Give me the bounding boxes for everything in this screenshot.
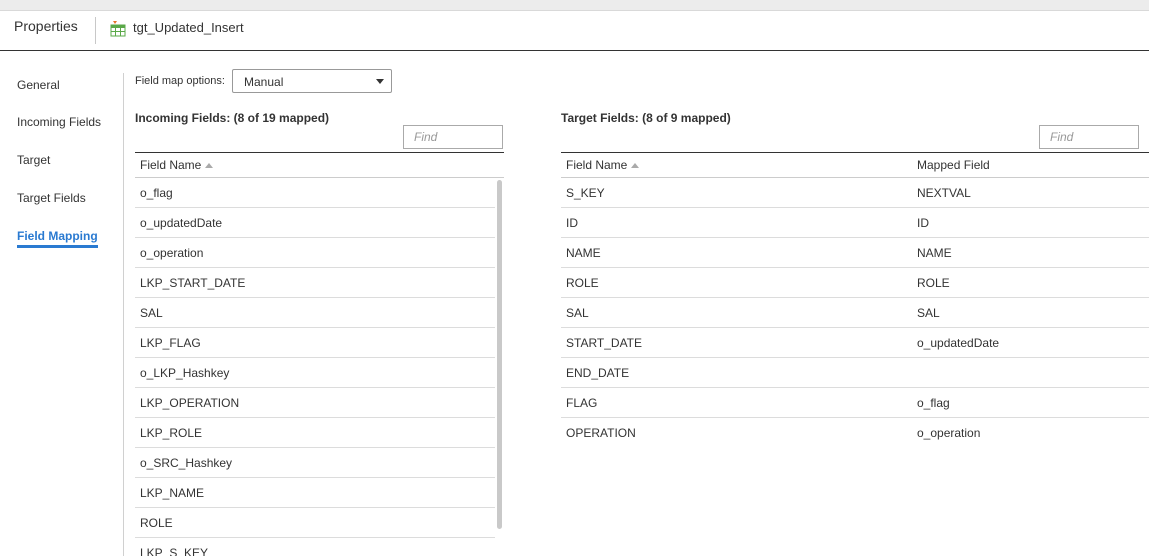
nav-item-incoming-fields[interactable]: Incoming Fields: [17, 115, 101, 129]
target-field-name: OPERATION: [566, 426, 636, 440]
table-row[interactable]: NAME NAME: [561, 238, 1149, 268]
table-row[interactable]: LKP_OPERATION: [135, 388, 495, 418]
target-field-name: S_KEY: [566, 186, 605, 200]
table-row[interactable]: LKP_S_KEY: [135, 538, 495, 556]
incoming-scrollbar[interactable]: [497, 180, 502, 529]
incoming-col-field-name-label: Field Name: [140, 158, 202, 172]
incoming-col-field-name[interactable]: Field Name: [140, 158, 214, 172]
target-find-input[interactable]: [1040, 126, 1138, 148]
nav-divider: [123, 73, 124, 556]
target-col-field-name-label: Field Name: [566, 158, 628, 172]
side-navigation: General Incoming Fields Target Target Fi…: [0, 52, 124, 556]
nav-item-general[interactable]: General: [17, 78, 60, 92]
target-fields-title: Target Fields: (8 of 9 mapped): [561, 111, 731, 125]
header-divider: [95, 17, 96, 44]
table-row[interactable]: o_SRC_Hashkey: [135, 448, 495, 478]
table-row[interactable]: SAL SAL: [561, 298, 1149, 328]
incoming-field-name: SAL: [140, 306, 163, 320]
nav-item-target[interactable]: Target: [17, 153, 50, 167]
incoming-field-name: LKP_ROLE: [140, 426, 203, 440]
table-row[interactable]: LKP_ROLE: [135, 418, 495, 448]
header-rule: [0, 50, 1149, 51]
incoming-find-field[interactable]: [403, 125, 503, 149]
table-row[interactable]: START_DATE o_updatedDate: [561, 328, 1149, 358]
nav-item-field-mapping[interactable]: Field Mapping: [17, 229, 98, 248]
table-row[interactable]: SAL: [135, 298, 495, 328]
incoming-field-name: o_flag: [140, 186, 173, 200]
target-grid-header: Field Name Mapped Field: [561, 152, 1149, 178]
nav-item-target-fields[interactable]: Target Fields: [17, 191, 86, 205]
target-table-icon: [110, 21, 126, 37]
incoming-field-name: o_LKP_Hashkey: [140, 366, 230, 380]
mapped-field[interactable]: NAME: [917, 246, 952, 260]
mapped-field[interactable]: NEXTVAL: [917, 186, 971, 200]
mapped-field[interactable]: SAL: [917, 306, 940, 320]
target-field-name: END_DATE: [566, 366, 630, 380]
incoming-field-name: LKP_S_KEY: [140, 546, 209, 556]
mapped-field[interactable]: ROLE: [917, 276, 950, 290]
table-row[interactable]: FLAG o_flag: [561, 388, 1149, 418]
mapped-field[interactable]: ID: [917, 216, 929, 230]
chevron-down-icon: [376, 79, 384, 84]
target-field-name: NAME: [566, 246, 601, 260]
incoming-field-name: LKP_NAME: [140, 486, 205, 500]
incoming-field-name: LKP_START_DATE: [140, 276, 246, 290]
field-map-options-value: Manual: [244, 75, 284, 89]
target-find-field[interactable]: [1039, 125, 1139, 149]
table-row[interactable]: LKP_NAME: [135, 478, 495, 508]
incoming-fields-title: Incoming Fields: (8 of 19 mapped): [135, 111, 330, 125]
field-map-options-select[interactable]: Manual: [232, 69, 392, 93]
sort-asc-icon: [205, 163, 214, 169]
target-field-name: ROLE: [566, 276, 599, 290]
incoming-field-name: o_updatedDate: [140, 216, 223, 230]
table-row[interactable]: ID ID: [561, 208, 1149, 238]
incoming-rows: o_flag o_updatedDate o_operation LKP_STA…: [135, 178, 495, 556]
incoming-field-name: LKP_FLAG: [140, 336, 201, 350]
table-row[interactable]: END_DATE: [561, 358, 1149, 388]
table-row[interactable]: LKP_START_DATE: [135, 268, 495, 298]
top-strip: [0, 0, 1149, 11]
table-row[interactable]: ROLE: [135, 508, 495, 538]
table-row[interactable]: o_updatedDate: [135, 208, 495, 238]
table-row[interactable]: OPERATION o_operation: [561, 418, 1149, 448]
table-row[interactable]: o_flag: [135, 178, 495, 208]
table-row[interactable]: LKP_FLAG: [135, 328, 495, 358]
target-col-mapped-field[interactable]: Mapped Field: [917, 158, 990, 172]
target-rows: S_KEY NEXTVAL ID ID NAME NAME ROLE ROLE SAL S…: [561, 178, 1149, 448]
mapped-field[interactable]: o_updatedDate: [917, 336, 999, 350]
mapped-field[interactable]: o_operation: [917, 426, 980, 440]
incoming-field-name: o_SRC_Hashkey: [140, 456, 233, 470]
incoming-field-name: o_operation: [140, 246, 204, 260]
target-col-field-name[interactable]: Field Name: [566, 158, 640, 172]
properties-header: Properties tgt_Updated_Insert: [0, 11, 1149, 52]
target-field-name: SAL: [566, 306, 589, 320]
sort-asc-icon: [631, 163, 640, 169]
incoming-grid-header: Field Name: [135, 152, 504, 178]
target-field-name: START_DATE: [566, 336, 643, 350]
table-row[interactable]: S_KEY NEXTVAL: [561, 178, 1149, 208]
table-row[interactable]: o_LKP_Hashkey: [135, 358, 495, 388]
incoming-find-input[interactable]: [404, 126, 502, 148]
target-field-name: FLAG: [566, 396, 598, 410]
mapped-field[interactable]: o_flag: [917, 396, 950, 410]
properties-title: Properties: [14, 18, 78, 34]
table-row[interactable]: ROLE ROLE: [561, 268, 1149, 298]
incoming-field-name: LKP_OPERATION: [140, 396, 240, 410]
target-name: tgt_Updated_Insert: [133, 20, 244, 35]
incoming-field-name: ROLE: [140, 516, 173, 530]
table-row[interactable]: o_operation: [135, 238, 495, 268]
target-field-name: ID: [566, 216, 578, 230]
field-map-options-label: Field map options:: [135, 75, 225, 87]
